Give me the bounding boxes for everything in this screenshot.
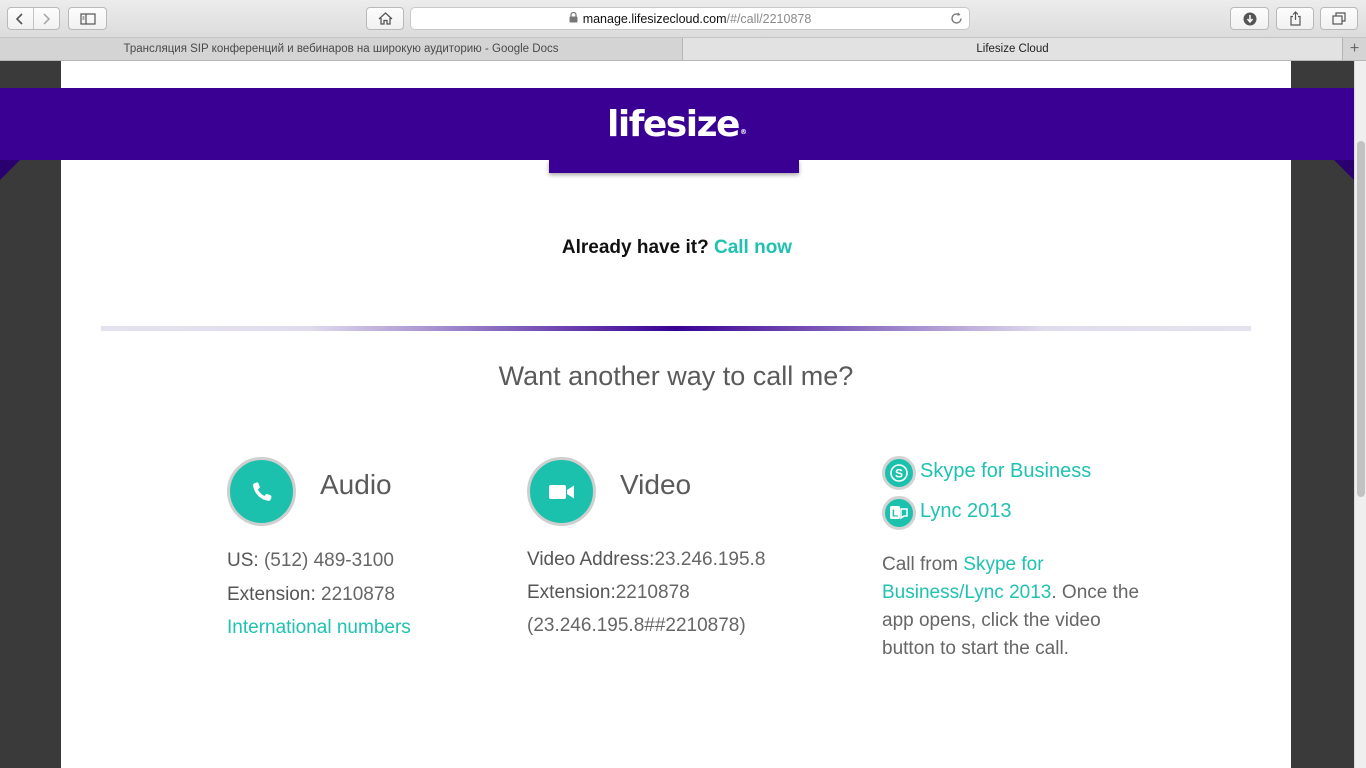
call-now-link[interactable]: Call now <box>714 237 792 258</box>
already-have-it: Already have it? Call now <box>0 237 1354 259</box>
video-address-label: Video Address: <box>527 549 655 570</box>
us-number: (512) 489-3100 <box>263 550 394 571</box>
download-button[interactable] <box>1230 7 1269 30</box>
video-circle <box>527 457 596 526</box>
lync-icon: L <box>890 506 908 520</box>
audio-title: Audio <box>320 469 392 500</box>
page-scrollbar[interactable] <box>1354 61 1366 768</box>
scrollbar-thumb[interactable] <box>1357 141 1365 497</box>
url-path: /#/call/2210878 <box>726 11 812 26</box>
lync-circle[interactable]: L <box>882 496 916 530</box>
phone-icon <box>252 481 272 501</box>
skype-for-business-link[interactable]: Skype for Business <box>920 460 1091 483</box>
audio-extension-label: Extension: <box>227 584 316 605</box>
address-bar[interactable]: manage.lifesizecloud.com/#/call/2210878 <box>410 7 970 30</box>
lync-2013-link[interactable]: Lync 2013 <box>920 500 1012 523</box>
tab-lifesize-cloud[interactable]: Lifesize Cloud <box>683 38 1342 60</box>
audio-us-line: US: (512) 489-3100 <box>227 550 394 572</box>
international-numbers-link[interactable]: International numbers <box>227 617 411 639</box>
forward-button[interactable] <box>34 8 59 29</box>
sidebar-button[interactable] <box>68 7 107 30</box>
tab-google-docs[interactable]: Трансляция SIP конференций и вебинаров н… <box>0 38 683 60</box>
audio-extension-line: Extension: 2210878 <box>227 584 395 606</box>
tabs-overview-button[interactable] <box>1320 7 1358 30</box>
url-host: manage.lifesizecloud.com <box>582 11 727 26</box>
want-heading: Want another way to call me? <box>498 361 854 391</box>
lock-icon <box>569 11 578 26</box>
video-extension-line: Extension:2210878 <box>527 582 690 604</box>
skype-circle[interactable]: S <box>882 456 916 490</box>
nav-buttons <box>7 7 60 30</box>
tabs-icon <box>1332 12 1346 25</box>
home-icon <box>378 12 392 25</box>
share-icon <box>1289 11 1301 26</box>
svg-text:S: S <box>895 467 903 481</box>
home-button[interactable] <box>366 7 404 30</box>
sidebar-icon <box>79 12 96 25</box>
share-button[interactable] <box>1276 7 1314 30</box>
browser-toolbar: manage.lifesizecloud.com/#/call/2210878 <box>0 0 1366 38</box>
audio-circle <box>227 457 296 526</box>
video-full-address: (23.246.195.8##2210878) <box>527 615 746 636</box>
forward-icon <box>43 12 51 25</box>
already-text: Already have it? <box>561 237 709 258</box>
tab-bar: Трансляция SIP конференций и вебинаров н… <box>0 38 1366 61</box>
video-address-line: Video Address:23.246.195.8 <box>527 549 765 571</box>
new-tab-icon[interactable]: + <box>1342 38 1366 60</box>
header-banner: lifesize® <box>0 88 1354 160</box>
video-extension-value: 2210878 <box>615 582 690 603</box>
video-camera-icon <box>548 484 574 499</box>
back-button[interactable] <box>8 8 34 29</box>
banner-fold-left <box>0 160 20 180</box>
reload-icon[interactable] <box>950 12 963 28</box>
us-label: US: <box>227 550 259 571</box>
lifesize-logo: lifesize® <box>607 103 747 145</box>
banner-tab <box>549 160 799 173</box>
page-viewport: lifesize® Already have it? Call now Want… <box>0 61 1366 768</box>
download-icon <box>1243 12 1256 25</box>
video-address-value: 23.246.195.8 <box>654 549 766 570</box>
svg-text:L: L <box>892 509 898 520</box>
banner-fold-right <box>1334 160 1354 180</box>
section-divider <box>101 326 1251 331</box>
call-from-description: Call from Skype for Business/Lync 2013. … <box>882 551 1142 663</box>
audio-extension-value: 2210878 <box>321 584 395 605</box>
video-title: Video <box>620 469 692 500</box>
back-icon <box>16 12 23 25</box>
video-extension-label: Extension: <box>527 582 616 603</box>
desc-prefix: Call from <box>882 554 959 575</box>
skype-icon: S <box>890 464 908 482</box>
